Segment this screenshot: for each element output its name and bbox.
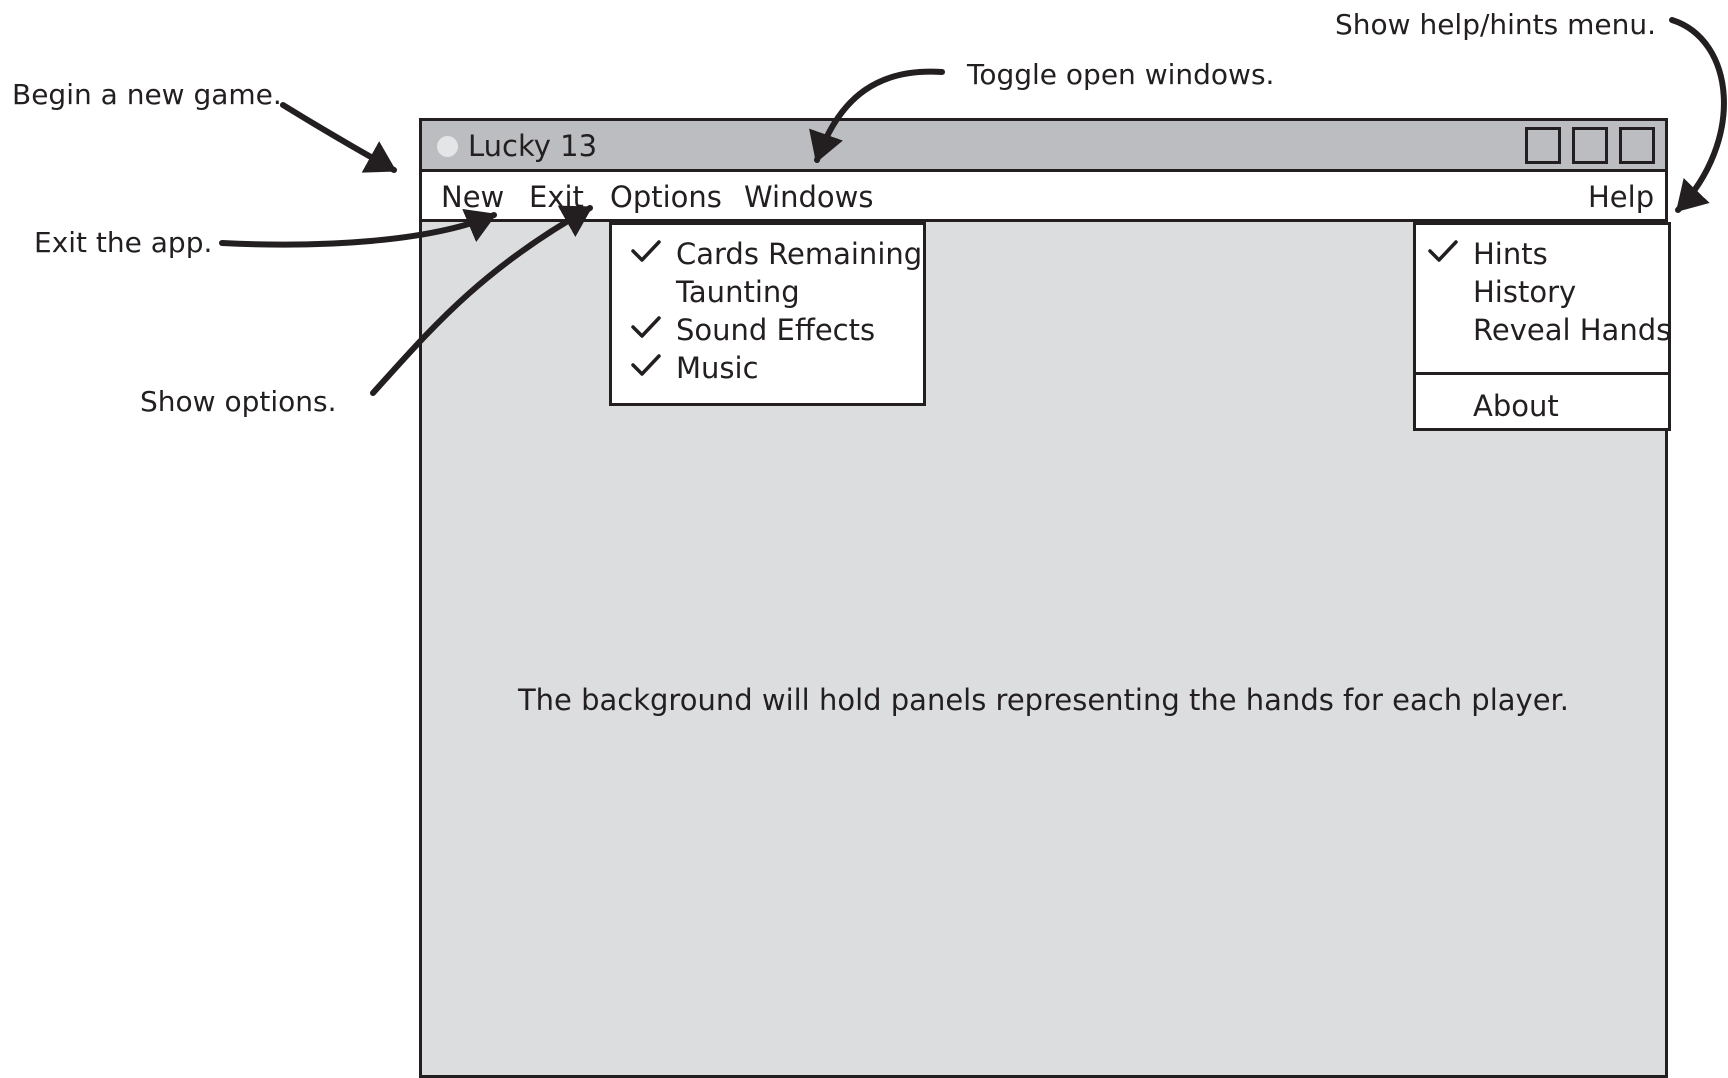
arrow-new-game	[280, 102, 397, 173]
arrow-show-help	[1669, 17, 1727, 213]
callout-arrows	[219, 17, 1727, 396]
arrow-exit-app	[219, 208, 497, 248]
arrow-toggle-windows	[809, 68, 945, 163]
